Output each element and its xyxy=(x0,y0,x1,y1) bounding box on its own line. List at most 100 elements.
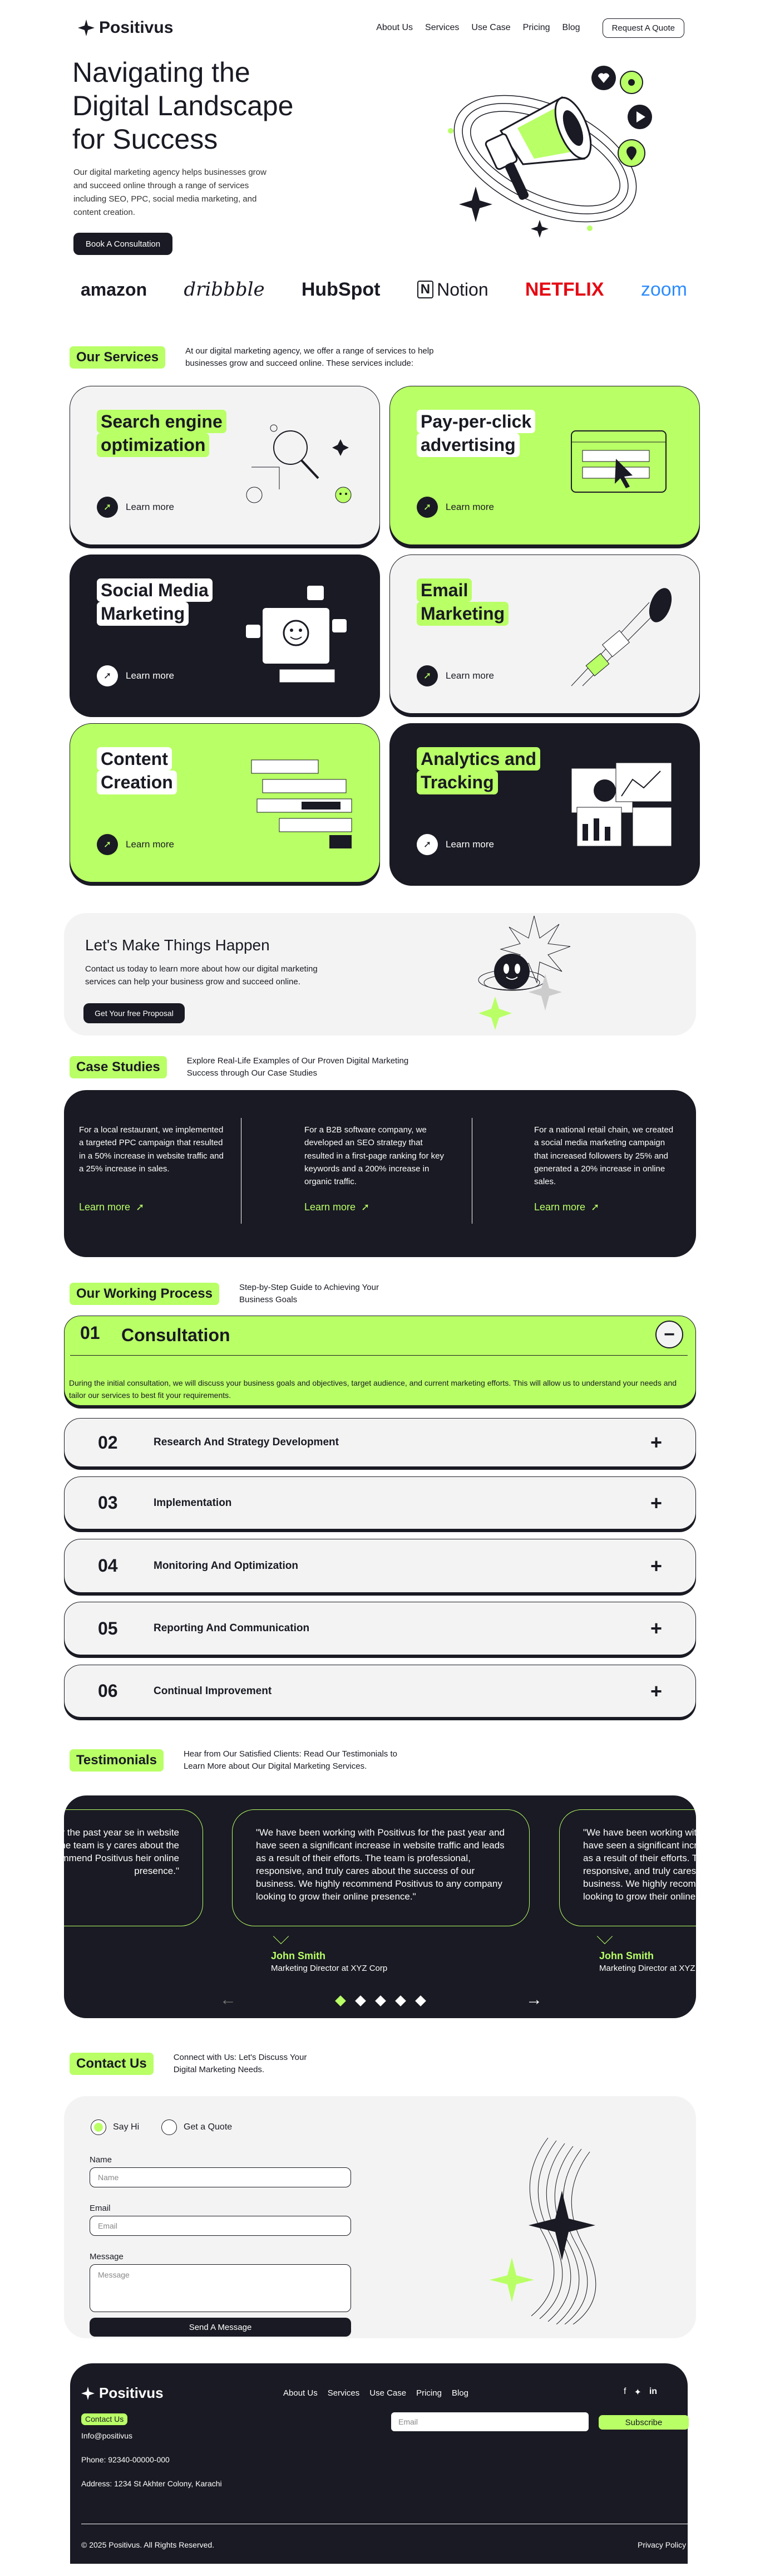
arrow-icon: ➚ xyxy=(417,665,438,686)
linkedin-icon[interactable]: in xyxy=(649,2387,657,2398)
case-learn-more[interactable]: Learn more ➚ xyxy=(304,1201,369,1213)
step-title: Continual Improvement xyxy=(154,1685,272,1697)
footer-brand[interactable]: Positivus xyxy=(81,2384,164,2402)
cta-smiley-illustration xyxy=(478,915,571,1030)
testimonials-header: Testimonials Hear from Our Satisfied Cli… xyxy=(70,1748,417,1773)
testimonial-name: John Smith xyxy=(599,1950,654,1961)
book-consultation-button[interactable]: Book A Consultation xyxy=(73,233,172,255)
case-text: For a local restaurant, we implemented a… xyxy=(79,1125,224,1174)
social-icons: f ✦ in xyxy=(624,2387,657,2398)
learn-more-link[interactable]: ➚ Learn more xyxy=(97,834,174,855)
radio-say-hi[interactable]: Say Hi xyxy=(91,2119,139,2135)
process-step[interactable]: 06 Continual Improvement + xyxy=(64,1665,696,1718)
process-tag: Our Working Process xyxy=(70,1282,219,1305)
process-desc: Step-by-Step Guide to Achieving Your Bus… xyxy=(239,1283,379,1304)
name-input[interactable]: Name xyxy=(90,2167,351,2187)
process-step[interactable]: 02 Research And Strategy Development + xyxy=(64,1418,696,1467)
testimonial-role: Marketing Director at XYZ Corp xyxy=(599,1964,696,1973)
brand-star-icon xyxy=(78,19,95,36)
newsletter-email-input[interactable]: Email xyxy=(391,2412,589,2431)
card-title-line2: Tracking xyxy=(417,771,498,794)
footer-link-about[interactable]: About Us xyxy=(283,2388,318,2398)
services-desc: At our digital marketing agency, we offe… xyxy=(185,346,434,368)
learn-more-link[interactable]: ➚ Learn more xyxy=(97,665,174,686)
learn-more-link[interactable]: ➚ Learn more xyxy=(417,665,494,686)
case-text: For a B2B software company, we developed… xyxy=(304,1125,444,1186)
service-card-seo[interactable]: Search engine optimization ➚ Learn more xyxy=(70,386,380,545)
social-media-icon xyxy=(246,586,347,683)
prev-arrow-icon[interactable]: ← xyxy=(220,1990,236,2009)
step-number: 01 xyxy=(80,1323,100,1343)
privacy-policy-link[interactable]: Privacy Policy xyxy=(638,2540,686,2549)
carousel-dot[interactable] xyxy=(375,1995,386,2006)
process-step[interactable]: 04 Monitoring And Optimization + xyxy=(64,1539,696,1593)
service-card-social[interactable]: Social Media Marketing ➚ Learn more xyxy=(70,555,380,714)
get-proposal-button[interactable]: Get Your free Proposal xyxy=(83,1003,185,1023)
learn-more-link[interactable]: ➚ Learn more xyxy=(417,834,494,855)
testimonials-tag: Testimonials xyxy=(70,1749,164,1772)
divider xyxy=(70,1355,688,1356)
request-quote-button[interactable]: Request A Quote xyxy=(602,18,684,38)
testimonial-bubble-prev: ivus for the past year se in website tra… xyxy=(64,1809,203,1926)
step-number: 05 xyxy=(98,1618,118,1638)
expand-plus-icon[interactable]: + xyxy=(650,1431,662,1454)
twitter-icon[interactable]: ✦ xyxy=(634,2387,641,2398)
card-title-line1: Search engine xyxy=(97,410,226,434)
brand-logo[interactable]: Positivus xyxy=(78,18,173,37)
expand-plus-icon[interactable]: + xyxy=(650,1554,662,1578)
logo-notion: N Notion xyxy=(417,279,488,300)
process-step[interactable]: 03 Implementation + xyxy=(64,1476,696,1529)
footer-link-services[interactable]: Services xyxy=(328,2388,360,2398)
carousel-dot-active[interactable] xyxy=(335,1995,346,2006)
nav-link-blog[interactable]: Blog xyxy=(562,23,580,33)
radio-checked-icon xyxy=(91,2119,106,2135)
subscribe-button[interactable]: Subscribe xyxy=(599,2415,689,2430)
process-step-open[interactable]: 01 Consultation − During the initial con… xyxy=(64,1316,696,1406)
carousel-dots xyxy=(335,1995,426,2006)
expand-plus-icon[interactable]: + xyxy=(650,1680,662,1703)
send-message-button[interactable]: Send A Message xyxy=(90,2318,351,2337)
contact-desc: Connect with Us: Let's Discuss Your Digi… xyxy=(173,2053,307,2074)
process-step[interactable]: 05 Reporting And Communication + xyxy=(64,1602,696,1655)
service-card-ppc[interactable]: Pay-per-click advertising ➚ Learn more xyxy=(389,386,700,545)
card-title-line1: Pay-per-click xyxy=(417,410,536,434)
service-card-email[interactable]: Email Marketing ➚ Learn more xyxy=(389,555,700,714)
nav-link-usecase[interactable]: Use Case xyxy=(471,23,510,33)
nav-link-about[interactable]: About Us xyxy=(376,23,413,33)
service-card-analytics[interactable]: Analytics and Tracking ➚ Learn more xyxy=(389,723,700,882)
learn-more-link[interactable]: ➚ Learn more xyxy=(417,497,494,518)
email-input[interactable]: Email xyxy=(90,2216,351,2236)
arrow-icon: ➚ xyxy=(591,1201,600,1213)
case-text: For a national retail chain, we created … xyxy=(534,1125,674,1186)
contact-header: Contact Us Connect with Us: Let's Discus… xyxy=(70,2052,324,2076)
ppc-browser-icon xyxy=(571,430,667,493)
cases-desc: Explore Real-Life Examples of Our Proven… xyxy=(186,1056,409,1078)
collapse-minus-icon[interactable]: − xyxy=(655,1321,683,1348)
step-title: Consultation xyxy=(121,1325,230,1345)
case-learn-more[interactable]: Learn more ➚ xyxy=(534,1201,599,1213)
testimonials-carousel: ivus for the past year se in website tra… xyxy=(64,1795,696,2018)
footer-link-pricing[interactable]: Pricing xyxy=(416,2388,442,2398)
carousel-dot[interactable] xyxy=(415,1995,426,2006)
radio-get-quote[interactable]: Get a Quote xyxy=(161,2119,232,2135)
case-learn-more[interactable]: Learn more ➚ xyxy=(79,1201,144,1213)
step-number: 04 xyxy=(98,1556,118,1576)
carousel-dot[interactable] xyxy=(355,1995,366,2006)
step-title: Research And Strategy Development xyxy=(154,1436,339,1448)
nav-link-services[interactable]: Services xyxy=(425,23,459,33)
expand-plus-icon[interactable]: + xyxy=(650,1491,662,1515)
service-card-content[interactable]: Content Creation ➚ Learn more xyxy=(70,723,380,882)
carousel-dot[interactable] xyxy=(395,1995,406,2006)
logo-zoom: zoom xyxy=(640,278,687,300)
next-arrow-icon[interactable]: → xyxy=(526,1990,542,2009)
footer-link-usecase[interactable]: Use Case xyxy=(369,2388,406,2398)
footer-email: Info@positivus xyxy=(81,2431,133,2440)
learn-more-link[interactable]: ➚ Learn more xyxy=(97,497,174,518)
nav-link-pricing[interactable]: Pricing xyxy=(523,23,550,33)
footer-link-blog[interactable]: Blog xyxy=(452,2388,468,2398)
card-title-line2: advertising xyxy=(417,433,520,457)
message-textarea[interactable]: Message xyxy=(90,2264,351,2312)
facebook-icon[interactable]: f xyxy=(624,2387,626,2398)
expand-plus-icon[interactable]: + xyxy=(650,1617,662,1640)
brand-star-icon xyxy=(81,2386,95,2400)
